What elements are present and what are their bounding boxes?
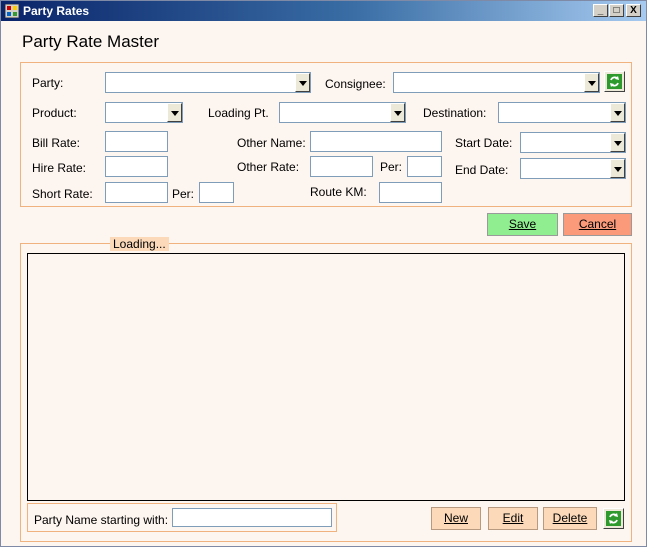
- cancel-button-label: Cancel: [578, 217, 617, 231]
- route-km-label: Route KM:: [310, 185, 367, 199]
- save-button[interactable]: Save: [487, 213, 558, 236]
- refresh-button[interactable]: [604, 71, 625, 92]
- start-date-label: Start Date:: [455, 136, 513, 150]
- short-per-field[interactable]: [199, 182, 234, 203]
- title-bar: Party Rates _ □ X: [1, 1, 646, 21]
- edit-button-label: Edit: [502, 511, 524, 525]
- app-icon: [5, 4, 19, 18]
- new-button-label: New: [443, 511, 468, 525]
- product-label: Product:: [32, 106, 77, 120]
- destination-combo[interactable]: [498, 102, 626, 123]
- short-rate-field[interactable]: [105, 182, 168, 203]
- chevron-down-icon[interactable]: [610, 159, 625, 178]
- short-per-label: Per:: [172, 187, 195, 201]
- party-label: Party:: [32, 76, 64, 90]
- maximize-button[interactable]: □: [609, 4, 624, 17]
- route-km-field[interactable]: [379, 182, 442, 203]
- chevron-down-icon[interactable]: [390, 103, 405, 122]
- refresh-icon: [607, 74, 622, 89]
- loading-point-label: Loading Pt.: [208, 106, 269, 120]
- bill-rate-field[interactable]: [105, 131, 168, 152]
- loading-point-combo[interactable]: [279, 102, 406, 123]
- destination-label: Destination:: [423, 106, 487, 120]
- consignee-label: Consignee:: [325, 77, 386, 91]
- chevron-down-icon[interactable]: [167, 103, 182, 122]
- end-date-label: End Date:: [455, 163, 509, 177]
- chevron-down-icon[interactable]: [295, 73, 310, 92]
- delete-button[interactable]: Delete: [543, 507, 597, 530]
- chevron-down-icon[interactable]: [610, 103, 625, 122]
- short-rate-label: Short Rate:: [32, 187, 93, 201]
- window-title: Party Rates: [23, 4, 90, 18]
- bill-rate-label: Bill Rate:: [32, 136, 81, 150]
- save-button-label: Save: [508, 217, 537, 231]
- delete-button-label: Delete: [552, 511, 588, 525]
- chevron-down-icon[interactable]: [610, 133, 625, 152]
- product-combo[interactable]: [105, 102, 183, 123]
- list-refresh-button[interactable]: [603, 508, 624, 529]
- end-date-picker[interactable]: [520, 158, 626, 179]
- filter-label: Party Name starting with:: [34, 513, 169, 527]
- new-button[interactable]: New: [431, 507, 481, 530]
- other-name-label: Other Name:: [237, 136, 306, 150]
- hire-rate-label: Hire Rate:: [32, 161, 87, 175]
- per-label: Per:: [380, 160, 403, 174]
- loading-status: Loading...: [110, 237, 169, 251]
- party-rates-list[interactable]: [27, 253, 625, 501]
- refresh-icon: [606, 511, 621, 526]
- hire-rate-field[interactable]: [105, 156, 168, 177]
- other-name-field[interactable]: [310, 131, 442, 152]
- cancel-button[interactable]: Cancel: [563, 213, 632, 236]
- other-rate-label: Other Rate:: [237, 160, 300, 174]
- other-rate-field[interactable]: [310, 156, 373, 177]
- close-button[interactable]: X: [626, 4, 641, 17]
- party-rates-window: Party Rates _ □ X Party Rate Master Part…: [0, 0, 647, 547]
- start-date-picker[interactable]: [520, 132, 626, 153]
- per-field[interactable]: [407, 156, 442, 177]
- consignee-combo[interactable]: [393, 72, 600, 93]
- chevron-down-icon[interactable]: [584, 73, 599, 92]
- page-title: Party Rate Master: [22, 32, 159, 51]
- edit-button[interactable]: Edit: [488, 507, 538, 530]
- minimize-button[interactable]: _: [593, 4, 608, 17]
- party-combo[interactable]: [105, 72, 311, 93]
- party-name-filter-input[interactable]: [172, 508, 332, 527]
